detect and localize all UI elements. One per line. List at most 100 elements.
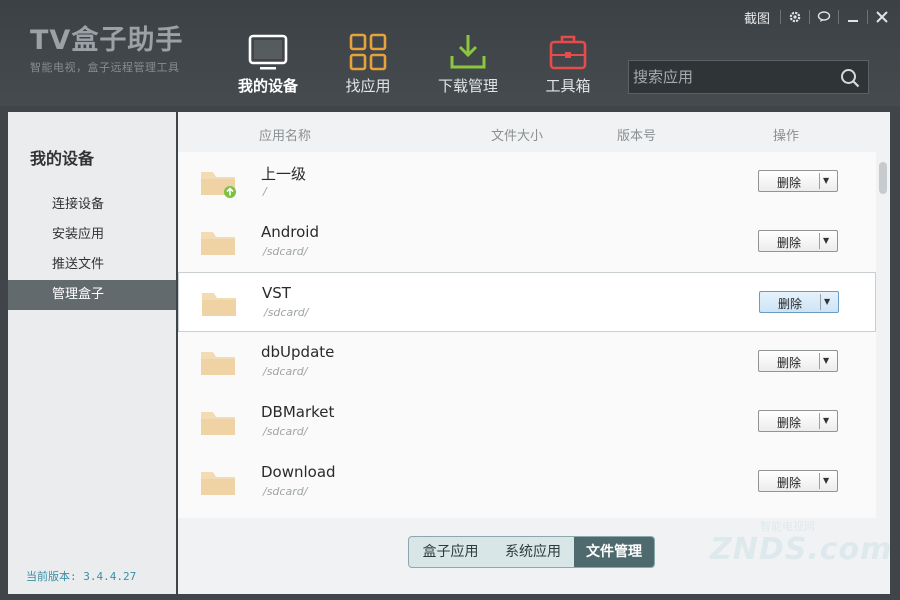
search-input[interactable] — [633, 65, 833, 89]
divider — [819, 233, 820, 249]
sidebar-item-manage-box[interactable]: 管理盒子 — [8, 280, 176, 310]
app-logo: TV盒子助手 智能电视，盒子远程管理工具 — [30, 24, 183, 75]
nav-label: 下载管理 — [437, 77, 498, 95]
bottom-tabs: 盒子应用 系统应用 文件管理 — [408, 536, 655, 568]
dropdown-arrow-icon[interactable]: ▼ — [823, 473, 829, 489]
folder-icon — [202, 293, 236, 316]
logo-subtitle: 智能电视，盒子远程管理工具 — [30, 61, 180, 74]
folder-icon — [201, 472, 235, 495]
gear-icon[interactable] — [783, 6, 807, 28]
folder-icon — [201, 352, 235, 375]
file-list: 上一级 / 删除 ▼ Android /sdcard/ 删除 ▼ VST /sdca… — [178, 152, 876, 518]
sidebar-menu: 连接设备 安装应用 推送文件 管理盒子 — [8, 190, 176, 310]
table-row[interactable]: dbUpdate /sdcard/ 删除 ▼ — [178, 332, 876, 392]
dropdown-arrow-icon[interactable]: ▼ — [824, 294, 830, 310]
tab-file-manager[interactable]: 文件管理 — [574, 537, 654, 567]
sidebar: 我的设备 连接设备 安装应用 推送文件 管理盒子 当前版本: 3.4.4.27 — [8, 112, 176, 594]
nav-label: 工具箱 — [545, 77, 591, 95]
app-window: TV盒子助手 智能电视，盒子远程管理工具 截图 我的设备 找应用 下载管理 工具… — [0, 0, 900, 600]
delete-label: 删除 — [776, 476, 801, 490]
minimize-icon[interactable] — [841, 6, 865, 28]
nav-downloads[interactable]: 下载管理 — [418, 28, 518, 100]
close-icon[interactable] — [870, 6, 894, 28]
tab-system-apps[interactable]: 系统应用 — [492, 537, 574, 567]
watermark-text: ZNDS.com — [710, 532, 893, 567]
nav-find-apps[interactable]: 找应用 — [318, 28, 418, 100]
dropdown-arrow-icon[interactable]: ▼ — [823, 233, 829, 249]
table-header: 应用名称 文件大小 版本号 操作 — [178, 112, 890, 152]
table-row[interactable]: Android /sdcard/ 删除 ▼ — [178, 212, 876, 272]
file-path: /sdcard/ — [263, 365, 308, 378]
nav-label: 我的设备 — [237, 77, 298, 95]
delete-label: 删除 — [776, 176, 801, 190]
column-header-version: 版本号 — [617, 129, 657, 144]
scrollbar-thumb[interactable] — [879, 162, 887, 194]
dropdown-arrow-icon[interactable]: ▼ — [823, 353, 829, 369]
table-row[interactable]: 上一级 / 删除 ▼ — [178, 152, 876, 212]
column-header-name: 应用名称 — [259, 129, 312, 144]
file-path: / — [263, 185, 267, 198]
table-row[interactable]: Download /sdcard/ 删除 ▼ — [178, 452, 876, 512]
divider — [809, 10, 810, 24]
tv-icon — [248, 34, 288, 70]
file-name: VST — [262, 284, 291, 302]
divider — [780, 10, 781, 24]
delete-label: 删除 — [776, 236, 801, 250]
table-row-selected[interactable]: VST /sdcard/ 删除 ▼ — [178, 272, 876, 332]
logo-title: TV盒子助手 — [30, 25, 184, 56]
window-controls: 截图 — [744, 6, 894, 28]
delete-label: 删除 — [776, 416, 801, 430]
delete-label: 删除 — [777, 297, 802, 311]
folder-icon — [201, 232, 235, 255]
header: TV盒子助手 智能电视，盒子远程管理工具 截图 我的设备 找应用 下载管理 工具… — [0, 0, 900, 106]
file-path: /sdcard/ — [263, 485, 308, 498]
file-path: /sdcard/ — [264, 306, 309, 319]
nav-toolbox[interactable]: 工具箱 — [518, 28, 618, 100]
file-name: DBMarket — [261, 403, 335, 421]
delete-button[interactable]: 删除 ▼ — [758, 410, 838, 432]
file-path: /sdcard/ — [263, 425, 308, 438]
file-path: /sdcard/ — [263, 245, 308, 258]
sidebar-item-push-file[interactable]: 推送文件 — [8, 250, 176, 280]
dropdown-arrow-icon[interactable]: ▼ — [823, 413, 829, 429]
sidebar-item-install-app[interactable]: 安装应用 — [8, 220, 176, 250]
nav-my-devices[interactable]: 我的设备 — [218, 28, 318, 100]
sidebar-item-connect-device[interactable]: 连接设备 — [8, 190, 176, 220]
table-row[interactable]: DBMarket /sdcard/ 删除 ▼ — [178, 392, 876, 452]
divider — [819, 173, 820, 189]
file-name: 上一级 — [261, 165, 307, 183]
screenshot-button[interactable]: 截图 — [744, 8, 770, 27]
divider — [819, 413, 820, 429]
watermark: 智能电视网 ZNDS.com — [700, 510, 893, 570]
version-label: 当前版本: 3.4.4.27 — [26, 570, 137, 583]
file-name: Download — [261, 463, 336, 481]
delete-label: 删除 — [776, 356, 801, 370]
search-icon[interactable] — [840, 68, 860, 88]
nav-label: 找应用 — [345, 77, 391, 95]
main-nav: 我的设备 找应用 下载管理 工具箱 — [218, 28, 618, 100]
folder-up-icon — [201, 172, 236, 198]
delete-button[interactable]: 删除 ▼ — [758, 470, 838, 492]
column-header-size: 文件大小 — [491, 129, 544, 144]
divider — [867, 10, 868, 24]
divider — [819, 353, 820, 369]
column-header-action: 操作 — [773, 129, 800, 144]
delete-button[interactable]: 删除 ▼ — [758, 350, 838, 372]
divider — [820, 294, 821, 310]
grid-icon — [349, 33, 387, 71]
toolbox-icon — [549, 35, 587, 70]
delete-button[interactable]: 删除 ▼ — [759, 291, 839, 313]
folder-icon — [201, 412, 235, 435]
file-name: dbUpdate — [261, 343, 335, 361]
delete-button[interactable]: 删除 ▼ — [758, 230, 838, 252]
sidebar-title: 我的设备 — [30, 149, 95, 168]
scrollbar[interactable] — [876, 152, 890, 518]
tab-box-apps[interactable]: 盒子应用 — [409, 537, 492, 567]
chat-icon[interactable] — [812, 6, 836, 28]
delete-button[interactable]: 删除 ▼ — [758, 170, 838, 192]
dropdown-arrow-icon[interactable]: ▼ — [823, 173, 829, 189]
file-name: Android — [261, 223, 319, 241]
download-icon — [450, 35, 486, 69]
divider — [838, 10, 839, 24]
search-box[interactable] — [628, 60, 869, 94]
